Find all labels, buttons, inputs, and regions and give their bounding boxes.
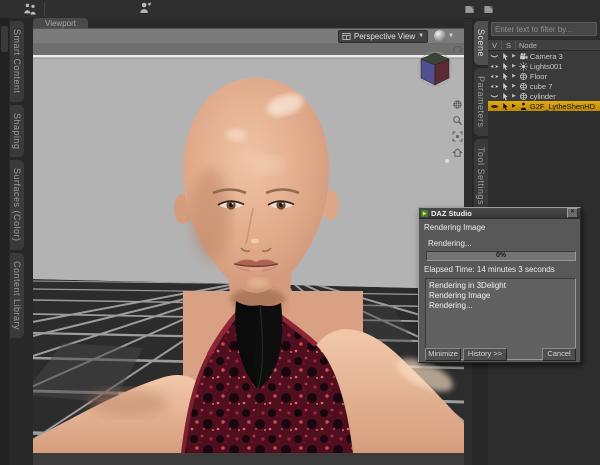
daz-studio-window: Smart Content Shaping Surfaces (Color) Cont…	[0, 0, 600, 465]
log-line: Rendering Image	[429, 291, 491, 300]
dialog-close-button[interactable]: ✕	[567, 208, 578, 218]
left-tab-shaping[interactable]: Shaping	[10, 104, 24, 158]
cursor-select-icon[interactable]	[501, 92, 510, 101]
elapsed-time: Elapsed Time: 14 minutes 3 seconds	[424, 265, 555, 274]
viewport-pane-menu-icon[interactable]	[464, 4, 475, 15]
zoom-view-icon[interactable]	[452, 115, 463, 126]
camera-icon	[519, 52, 528, 61]
eye-closed-icon[interactable]	[490, 92, 499, 101]
expander-icon[interactable]: ▶	[512, 53, 516, 59]
collapsed-pane-strip[interactable]	[0, 18, 9, 465]
dialog-title: DAZ Studio	[431, 208, 472, 218]
column-visible[interactable]: V	[488, 40, 502, 50]
scene-node-floor[interactable]: ▶ Floor	[488, 71, 600, 81]
node-label: Lights001	[529, 61, 563, 71]
scene-node-lights001[interactable]: ▶ Lights001	[488, 61, 600, 71]
column-selectable[interactable]: S	[502, 40, 516, 50]
expander-icon[interactable]: ▶	[512, 103, 516, 109]
frame-view-icon[interactable]	[452, 131, 463, 142]
cursor-select-icon[interactable]	[501, 52, 510, 61]
filter-placeholder: Enter text to filter by...	[495, 24, 573, 34]
render-character-icon[interactable]	[136, 0, 154, 16]
node-label: Camera 3	[529, 51, 563, 61]
prim-icon	[519, 82, 528, 91]
eye-closed-icon[interactable]	[490, 52, 499, 61]
render-status-line: Rendering Image	[424, 223, 486, 232]
eye-open-icon[interactable]	[490, 82, 499, 91]
scene-tree: ▶ Camera 3 ▶ Lights001 ▶ Floor ▶ cube 7 …	[488, 51, 600, 111]
cursor-select-icon[interactable]	[501, 62, 510, 71]
viewport-pane: Viewport Perspective View ▼ ▼	[33, 18, 464, 465]
node-label: cylinder	[529, 91, 556, 101]
scene-pane-menu-icon[interactable]	[483, 4, 494, 15]
expander-icon[interactable]: ▶	[512, 93, 516, 99]
column-node[interactable]: Node	[516, 41, 537, 50]
scene-node-camera-3[interactable]: ▶ Camera 3	[488, 51, 600, 61]
expander-icon[interactable]: ▶	[512, 73, 516, 79]
orbit-view-icon[interactable]	[452, 45, 463, 56]
minimize-button[interactable]: Minimize	[425, 348, 461, 361]
toolbar-separator	[44, 2, 45, 16]
eye-open-icon[interactable]	[490, 62, 499, 71]
right-tab-scene[interactable]: Scene	[474, 21, 488, 66]
viewport-grid-icon	[342, 32, 351, 41]
scene-node-cube-7[interactable]: ▶ cube 7	[488, 81, 600, 91]
render-progress-dialog: DAZ Studio ✕ Rendering Image Rendering..…	[418, 207, 581, 363]
perspective-view-dropdown[interactable]: Perspective View ▼	[337, 29, 429, 43]
render-sub-status: Rendering...	[428, 239, 472, 248]
view-cube[interactable]	[417, 51, 453, 87]
eye-open-icon[interactable]	[490, 102, 499, 111]
daz-app-icon	[421, 209, 428, 217]
tab-viewport[interactable]: Viewport	[33, 18, 88, 28]
node-label: cube 7	[529, 81, 553, 91]
log-line: Rendering in 3Delight	[429, 281, 506, 290]
prim-icon	[519, 72, 528, 81]
draw-style-chevron-icon[interactable]: ▼	[448, 33, 454, 39]
viewport-bottom-strip	[33, 453, 464, 465]
top-toolbar	[0, 0, 600, 51]
prim-icon	[519, 92, 528, 101]
draw-style-sphere-icon[interactable]	[434, 30, 447, 42]
viewport-3d-scene	[33, 43, 464, 453]
viewport-header: Perspective View ▼ ▼	[33, 28, 464, 43]
left-tab-content-library[interactable]: Content Library	[10, 252, 24, 338]
scene-node-g2f-lytheshenhd[interactable]: ▶ G2F_LytheShenHD	[488, 101, 600, 111]
viewport-tab-row: Viewport	[33, 18, 464, 28]
viewport-controls	[452, 45, 463, 158]
left-tab-smart-content[interactable]: Smart Content	[10, 21, 24, 102]
rotate-gizmo-icon[interactable]	[452, 99, 463, 110]
node-label: G2F_LytheShenHD	[529, 101, 596, 111]
node-label: Floor	[529, 71, 547, 81]
cursor-select-icon[interactable]	[501, 72, 510, 81]
scene-node-cylinder[interactable]: ▶ cylinder	[488, 91, 600, 101]
expander-icon[interactable]: ▶	[512, 63, 516, 69]
view-selector-label: Perspective View	[353, 31, 416, 41]
cancel-button[interactable]: Cancel	[542, 348, 576, 361]
viewport-tab-label: Viewport	[45, 18, 76, 28]
reset-home-icon[interactable]	[452, 147, 463, 158]
figure-icon	[519, 102, 528, 111]
characters-icon[interactable]	[21, 1, 39, 17]
dialog-buttons: Minimize History >> Cancel	[419, 348, 580, 361]
scene-tree-header: V S Node	[488, 39, 600, 51]
progress-percent: 0%	[495, 252, 507, 259]
dialog-title-bar[interactable]: DAZ Studio ✕	[419, 208, 580, 219]
history-button[interactable]: History >>	[463, 348, 507, 361]
scene-filter-input[interactable]: Enter text to filter by...	[491, 22, 597, 36]
right-tab-parameters[interactable]: Parameters	[474, 68, 488, 136]
render-progress-bar: 0%	[426, 251, 576, 261]
cursor-select-icon[interactable]	[501, 82, 510, 91]
right-tab-tool-settings[interactable]: Tool Settings	[474, 138, 488, 213]
light-icon	[519, 62, 528, 71]
eye-open-icon[interactable]	[490, 72, 499, 81]
log-line: Rendering...	[429, 301, 473, 310]
cursor-select-icon[interactable]	[501, 102, 510, 111]
left-dock-tabs: Smart Content Shaping Surfaces (Color) Cont…	[9, 18, 33, 465]
viewport-3d-canvas[interactable]	[33, 43, 464, 453]
expander-icon[interactable]: ▶	[512, 83, 516, 89]
chevron-down-icon: ▼	[418, 33, 425, 39]
left-tab-surfaces-color-[interactable]: Surfaces (Color)	[10, 160, 24, 250]
